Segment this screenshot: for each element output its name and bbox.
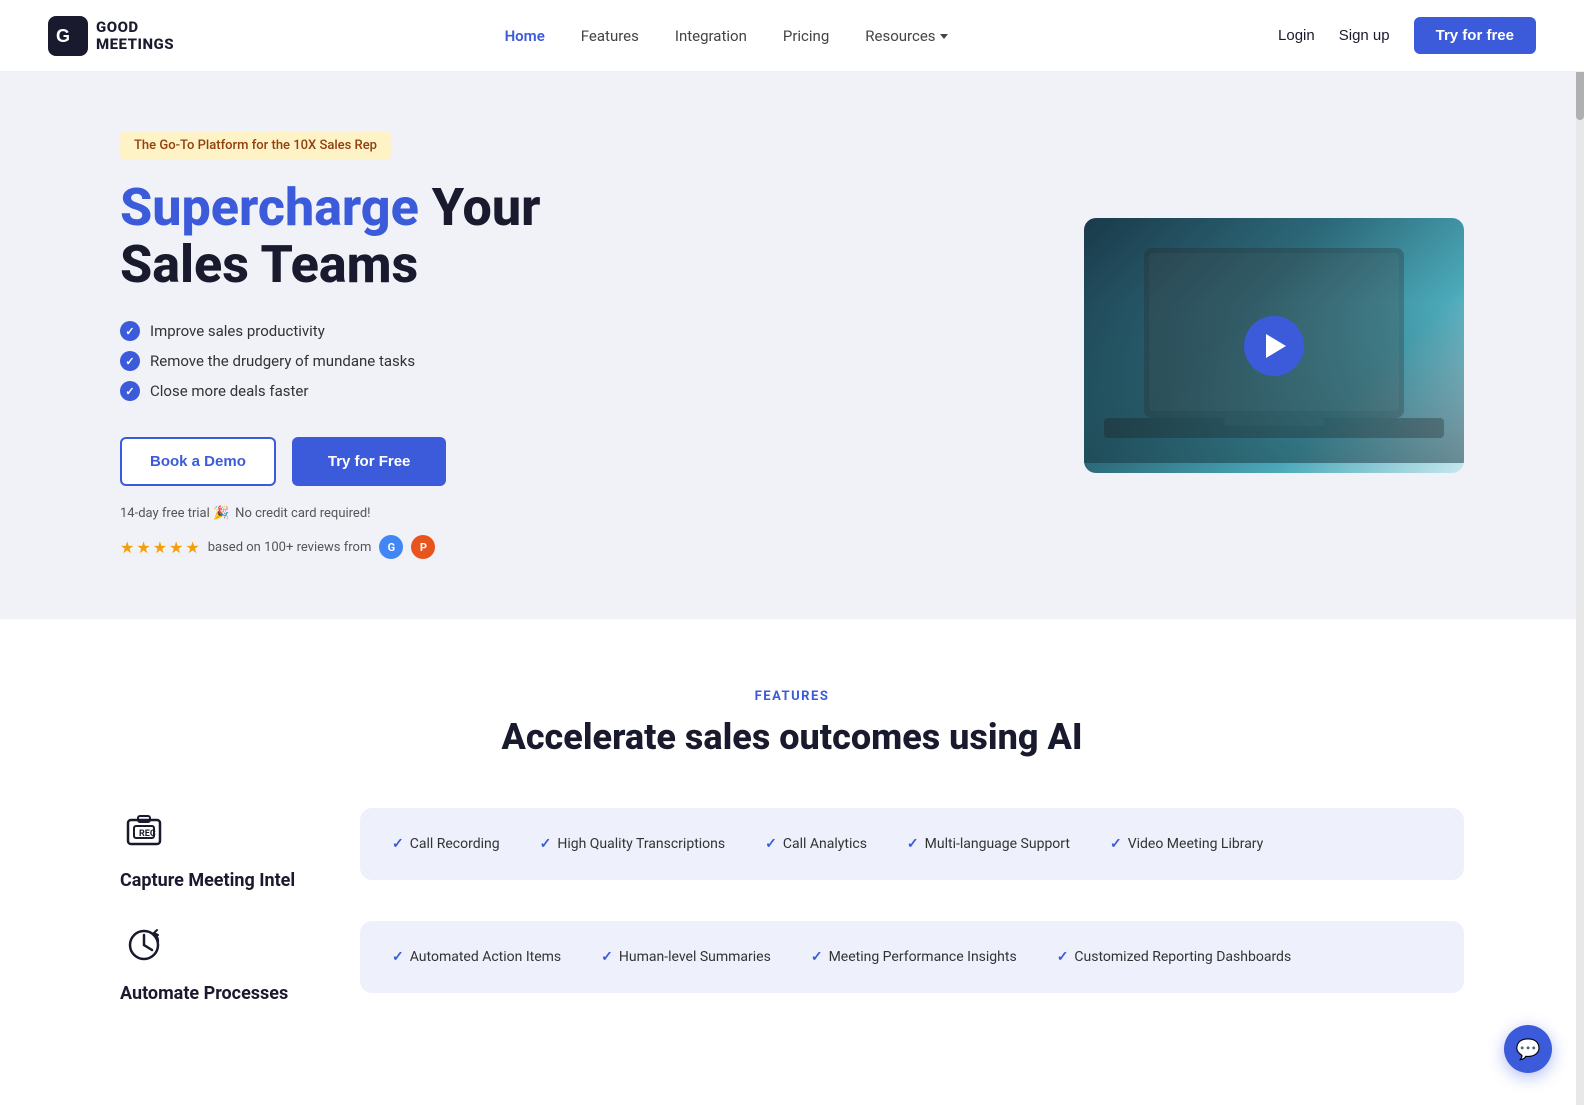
logo[interactable]: G GOOD MEETINGS <box>48 16 174 56</box>
chevron-down-icon <box>940 34 948 39</box>
header: G GOOD MEETINGS Home Features Integratio… <box>0 0 1584 72</box>
stars: ★ ★ ★ ★ ★ <box>120 538 200 557</box>
capture-icon-box: REC <box>120 808 168 856</box>
tag-action-items: ✓ Automated Action Items <box>392 949 561 965</box>
feature-tags-1: ✓ Call Recording ✓ High Quality Transcri… <box>392 836 1432 852</box>
scrollbar[interactable] <box>1576 0 1584 1105</box>
features-title: Accelerate sales outcomes using AI <box>120 716 1464 758</box>
hero-checklist: Improve sales productivity Remove the dr… <box>120 321 540 401</box>
automate-icon-box <box>120 921 168 969</box>
nav-home[interactable]: Home <box>505 27 545 45</box>
svg-text:G: G <box>56 26 70 46</box>
clock-refresh-icon <box>124 925 164 965</box>
tag-summaries: ✓ Human-level Summaries <box>601 949 771 965</box>
tag-performance-insights: ✓ Meeting Performance Insights <box>811 949 1017 965</box>
feature-name-2: Automate Processes <box>120 983 288 1004</box>
chat-button[interactable]: 💬 <box>1504 1025 1552 1073</box>
nav: Home Features Integration Pricing Resour… <box>505 27 948 45</box>
star-3: ★ <box>153 538 167 557</box>
hero-title-accent: Supercharge <box>120 177 419 238</box>
hero-left: The Go-To Platform for the 10X Sales Rep… <box>120 132 540 559</box>
feature-name-1: Capture Meeting Intel <box>120 870 295 891</box>
header-right: Login Sign up Try for free <box>1278 17 1536 54</box>
star-2: ★ <box>136 538 150 557</box>
stars-row: ★ ★ ★ ★ ★ based on 100+ reviews from G P <box>120 535 540 559</box>
feature-row-2: Automate Processes ✓ Automated Action It… <box>120 921 1464 1004</box>
logo-text: GOOD MEETINGS <box>96 19 174 52</box>
star-1: ★ <box>120 538 134 557</box>
feature-tags-2: ✓ Automated Action Items ✓ Human-level S… <box>392 949 1432 965</box>
hero-title: Supercharge YourSales Teams <box>120 179 540 293</box>
google-badge: G <box>379 535 403 559</box>
tag-call-analytics: ✓ Call Analytics <box>765 836 867 852</box>
check-icon-2 <box>120 351 140 371</box>
svg-text:REC: REC <box>139 829 156 839</box>
star-5: ★ <box>185 538 199 557</box>
trial-note: 14-day free trial 🎉 No credit card requi… <box>120 506 540 521</box>
hero-badge: The Go-To Platform for the 10X Sales Rep <box>120 132 391 159</box>
tag-transcriptions: ✓ High Quality Transcriptions <box>540 836 726 852</box>
camera-box-icon: REC <box>124 812 164 852</box>
signup-button[interactable]: Sign up <box>1339 27 1390 44</box>
feature-card-1: ✓ Call Recording ✓ High Quality Transcri… <box>360 808 1464 880</box>
check-item-1: Improve sales productivity <box>120 321 540 341</box>
play-button[interactable] <box>1244 316 1304 376</box>
check-item-2: Remove the drudgery of mundane tasks <box>120 351 540 371</box>
nav-pricing[interactable]: Pricing <box>783 27 829 45</box>
feature-left-1: REC Capture Meeting Intel <box>120 808 300 891</box>
producthunt-badge: P <box>411 535 435 559</box>
nav-resources[interactable]: Resources <box>865 27 947 45</box>
hero-right <box>1084 218 1464 473</box>
book-demo-button[interactable]: Book a Demo <box>120 437 276 486</box>
features-label: FEATURES <box>120 689 1464 704</box>
feature-card-2: ✓ Automated Action Items ✓ Human-level S… <box>360 921 1464 993</box>
hero-section: The Go-To Platform for the 10X Sales Rep… <box>0 72 1584 619</box>
logo-icon: G <box>48 16 88 56</box>
check-item-3: Close more deals faster <box>120 381 540 401</box>
try-free-header-button[interactable]: Try for free <box>1414 17 1536 54</box>
feature-left-2: Automate Processes <box>120 921 300 1004</box>
tag-multilang: ✓ Multi-language Support <box>907 836 1070 852</box>
check-icon-3 <box>120 381 140 401</box>
tag-call-recording: ✓ Call Recording <box>392 836 500 852</box>
tag-video-library: ✓ Video Meeting Library <box>1110 836 1263 852</box>
play-triangle-icon <box>1266 334 1286 358</box>
chat-icon: 💬 <box>1516 1037 1541 1061</box>
try-free-hero-button[interactable]: Try for Free <box>292 437 447 486</box>
nav-integration[interactable]: Integration <box>675 27 747 45</box>
tag-reporting-dashboards: ✓ Customized Reporting Dashboards <box>1057 949 1292 965</box>
features-section: FEATURES Accelerate sales outcomes using… <box>0 619 1584 1074</box>
hero-buttons: Book a Demo Try for Free <box>120 437 540 486</box>
hero-video[interactable] <box>1084 218 1464 473</box>
star-4: ★ <box>169 538 183 557</box>
review-text: based on 100+ reviews from <box>208 540 372 555</box>
feature-row-1: REC Capture Meeting Intel ✓ Call Recordi… <box>120 808 1464 891</box>
login-button[interactable]: Login <box>1278 27 1315 44</box>
nav-features[interactable]: Features <box>581 27 639 45</box>
check-icon-1 <box>120 321 140 341</box>
